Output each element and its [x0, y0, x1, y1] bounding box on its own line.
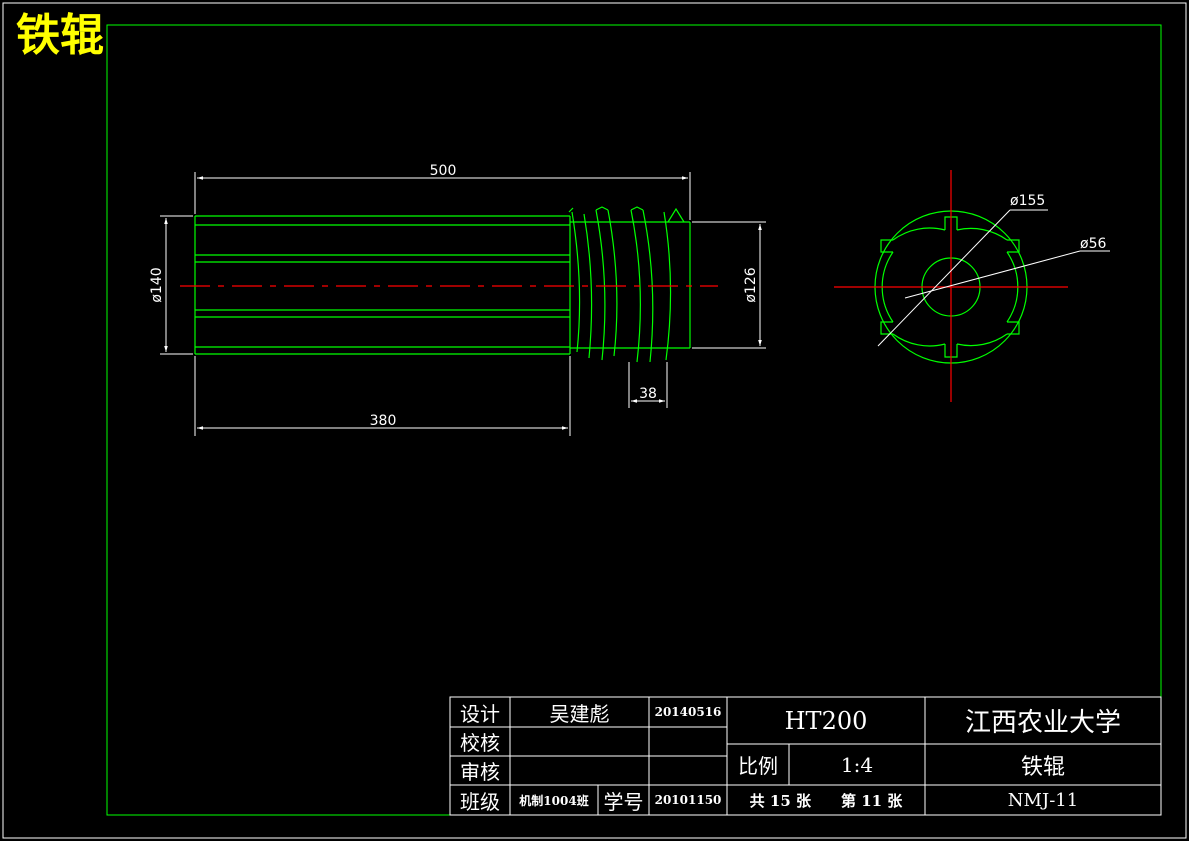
part-name: 铁辊	[1020, 754, 1065, 780]
school-name: 江西农业大学	[964, 708, 1121, 738]
design-label: 设计	[460, 701, 500, 726]
check-label: 校核	[460, 731, 500, 755]
dim-dia-bore: ø56	[1080, 236, 1106, 252]
design-date: 20140516	[654, 705, 722, 719]
class-label: 班级	[460, 789, 500, 814]
designer-name: 吴建彪	[549, 701, 610, 726]
dim-length-body: 380	[370, 413, 397, 429]
drawing-stamp: 铁辊	[16, 10, 104, 61]
scale-value: 1:4	[840, 752, 874, 777]
dim-dia-outer: ø155	[1010, 193, 1045, 209]
dim-pitch: 38	[639, 386, 657, 402]
sheet-count: 共 15 张 第 11 张	[749, 791, 903, 810]
front-view	[194, 206, 691, 363]
dim-dia-body: ø140	[149, 267, 165, 302]
drawing-number: NMJ-11	[1007, 789, 1079, 811]
class-value: 机制1004班	[519, 793, 589, 808]
material: HT200	[784, 706, 868, 735]
scale-label: 比例	[738, 754, 778, 778]
student-no: 20101150	[654, 793, 722, 807]
student-no-label: 学号	[603, 789, 644, 814]
review-label: 审核	[460, 760, 500, 784]
dim-length-total: 500	[430, 163, 457, 179]
dim-dia-end: ø126	[743, 267, 759, 302]
